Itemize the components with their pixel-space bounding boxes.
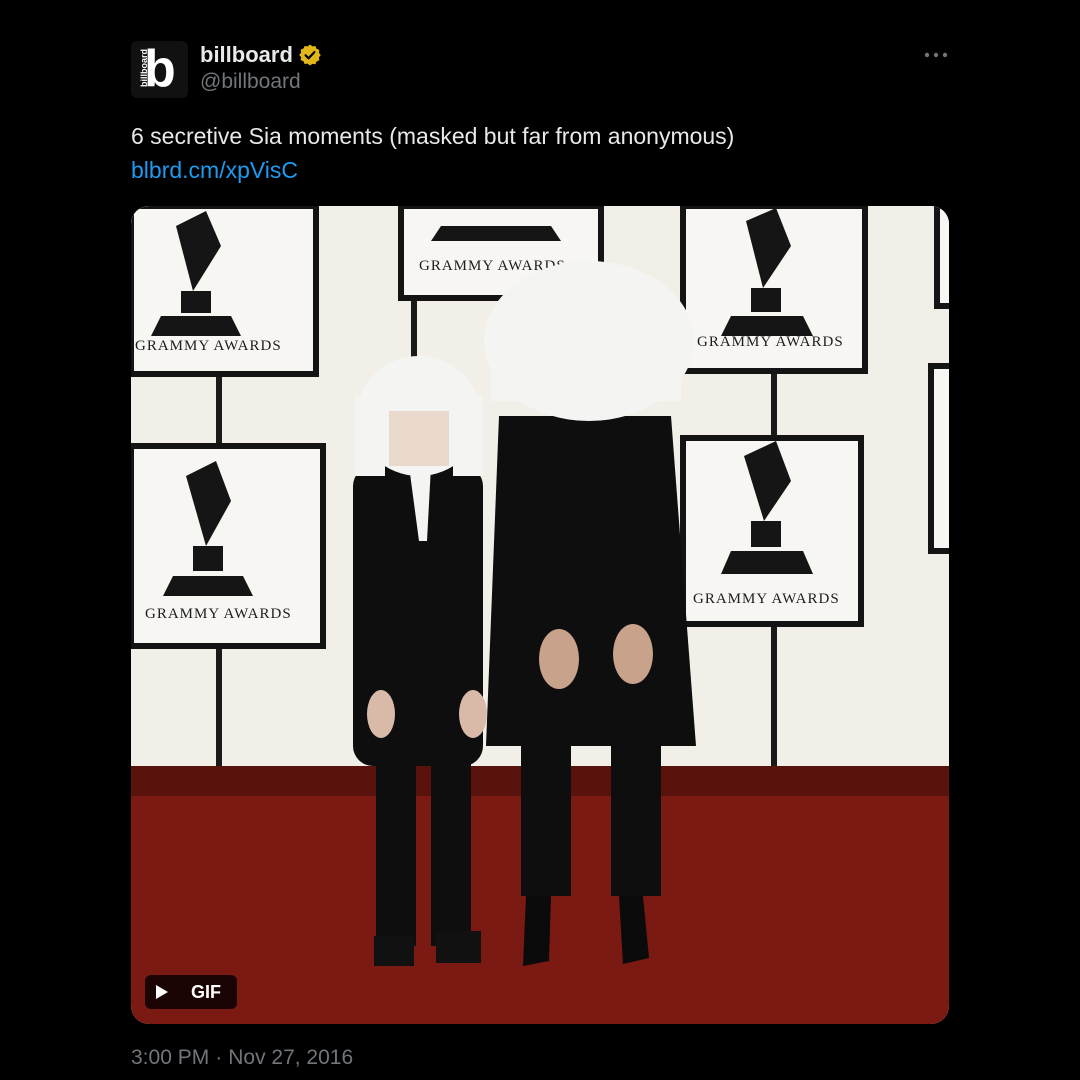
backdrop-text: GRAMMY AWARDS — [693, 591, 840, 607]
backdrop-text: GRAMMY AWARDS — [135, 338, 282, 354]
tweet-date[interactable]: Nov 27, 2016 — [228, 1046, 353, 1070]
backdrop-text: GRAMMY AWARDS — [145, 606, 292, 622]
avatar[interactable]: b billboard — [131, 41, 188, 98]
verified-badge-icon[interactable] — [298, 43, 322, 67]
gif-scene: GRAMMY AWARDS GRAMMY AWARDS GRAMMY AWARD… — [131, 206, 949, 1024]
avatar-logo-wordmark: billboard — [139, 49, 149, 87]
tweet: b billboard billboard @billboard 6 secre… — [0, 0, 1080, 1080]
backdrop-text: GRAMMY AWARDS — [697, 334, 844, 350]
play-icon — [156, 985, 168, 999]
handle[interactable]: @billboard — [200, 70, 301, 94]
gif-label: GIF — [191, 981, 221, 1002]
timestamp-separator: · — [215, 1046, 223, 1069]
tweet-link[interactable]: blbrd.cm/xpVisC — [131, 154, 298, 187]
gif-badge[interactable]: GIF — [145, 975, 237, 1009]
author-name-row: billboard — [200, 40, 322, 70]
media-gif[interactable]: GRAMMY AWARDS GRAMMY AWARDS GRAMMY AWARD… — [131, 206, 949, 1024]
tweet-text: 6 secretive Sia moments (masked but far … — [131, 123, 735, 149]
timestamp: 3:00 PM · Nov 27, 2016 — [131, 1046, 353, 1070]
tweet-time[interactable]: 3:00 PM — [131, 1046, 209, 1070]
display-name[interactable]: billboard — [200, 42, 293, 68]
more-options-icon[interactable] — [920, 40, 952, 70]
